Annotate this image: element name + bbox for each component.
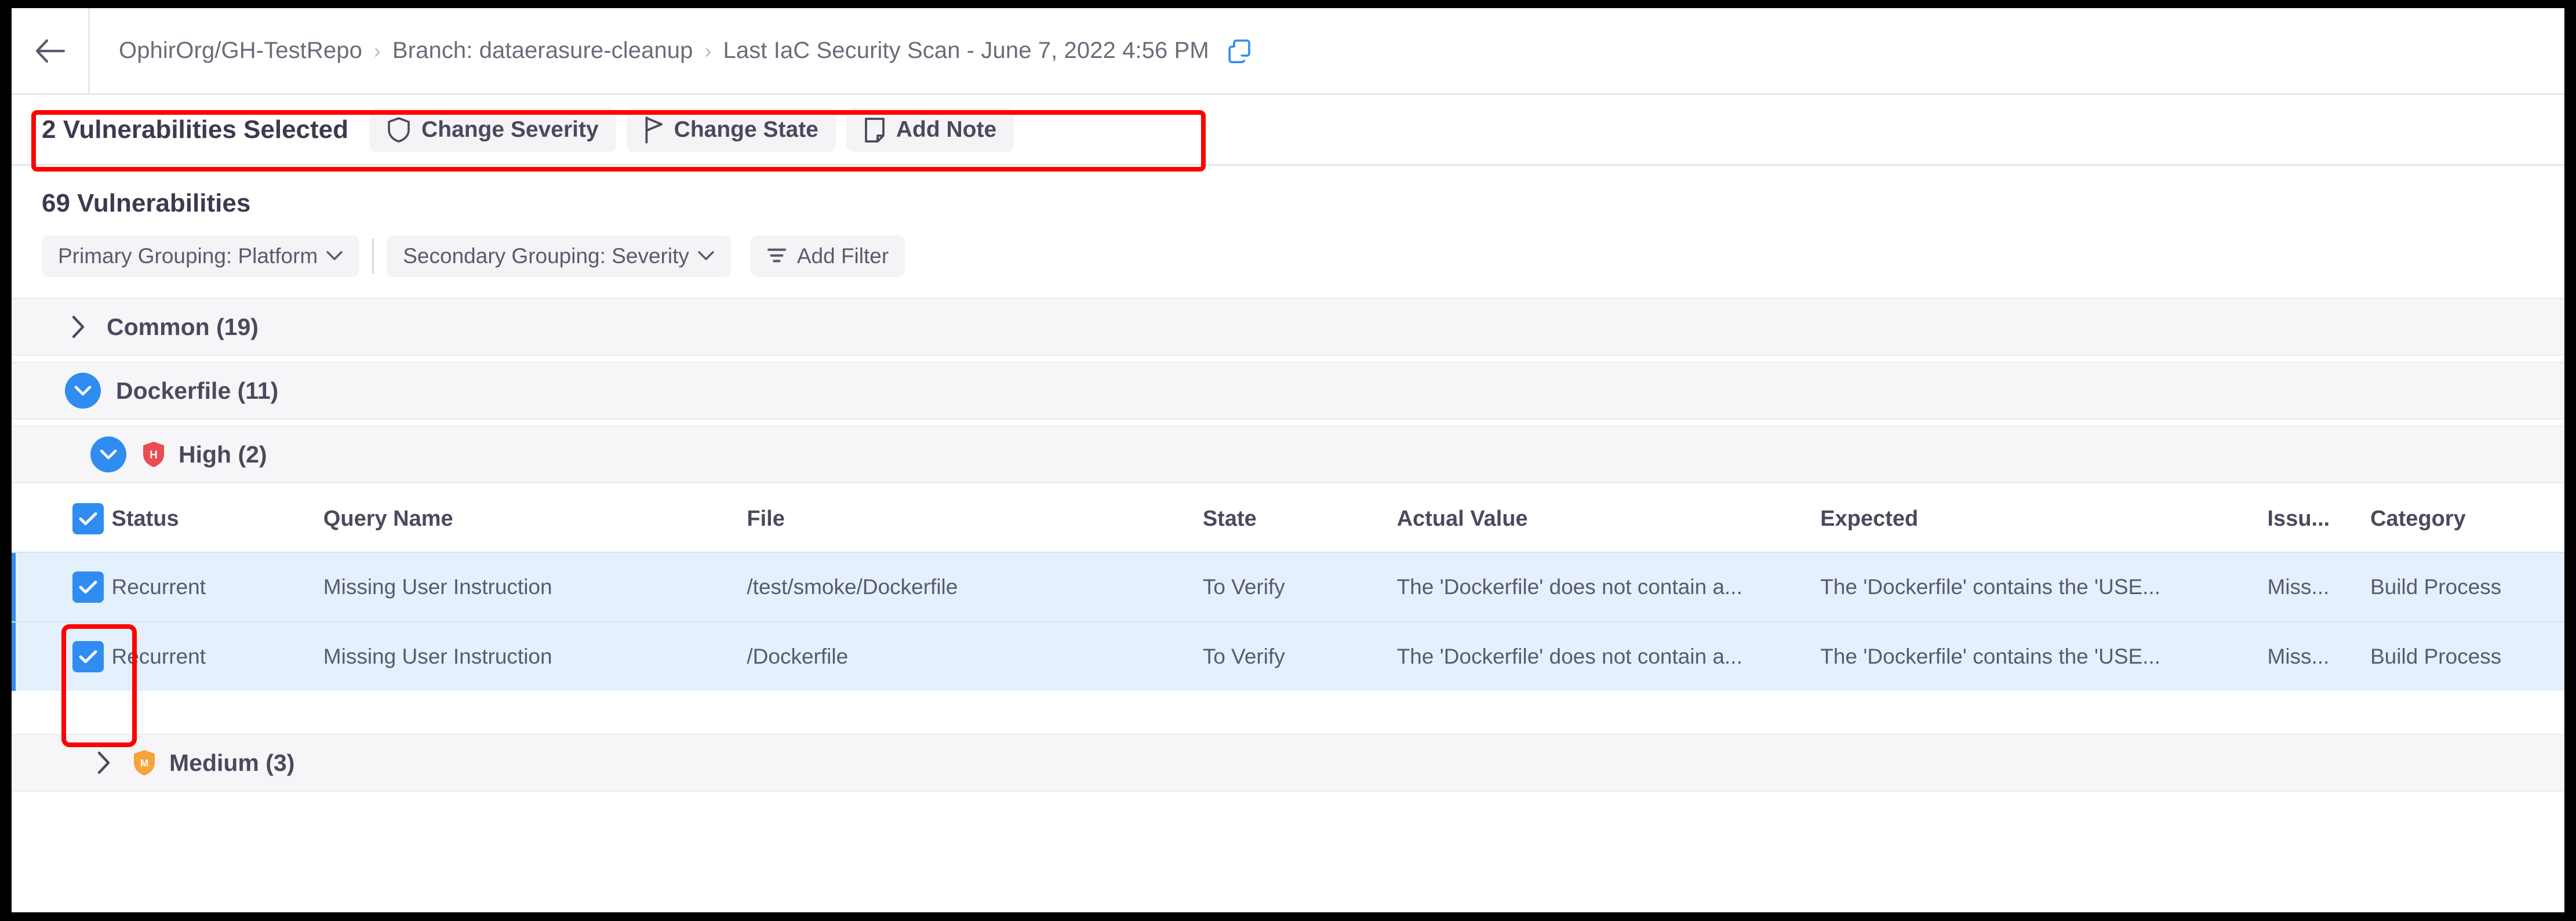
breadcrumb: OphirOrg/GH-TestRepo › Branch: dataerasu… xyxy=(90,38,1252,64)
row-select-cell xyxy=(12,552,112,622)
flag-icon xyxy=(644,116,664,144)
group-label-high: High (2) xyxy=(179,441,267,468)
table-row[interactable]: Recurrent Missing User Instruction /test… xyxy=(12,552,2564,622)
change-state-label: Change State xyxy=(674,117,818,142)
column-header-state[interactable]: State xyxy=(1202,483,1397,552)
table-header-row: Status Query Name File State Actual Valu… xyxy=(12,483,2564,552)
cell-status: Recurrent xyxy=(111,552,323,622)
cell-file: /test/smoke/Dockerfile xyxy=(747,552,1203,622)
breadcrumb-item-repo[interactable]: OphirOrg/GH-TestRepo xyxy=(119,38,362,64)
group-label-common: Common (19) xyxy=(107,313,259,340)
collapse-toggle-high[interactable] xyxy=(90,436,126,472)
table-bottom-spacer xyxy=(12,691,2564,734)
vulnerabilities-count-title: 69 Vulnerabilities xyxy=(42,189,251,217)
collapse-toggle-dockerfile[interactable] xyxy=(65,373,101,409)
svg-text:M: M xyxy=(140,757,148,769)
column-header-actual-value[interactable]: Actual Value xyxy=(1396,483,1821,552)
cell-status: Recurrent xyxy=(111,621,323,691)
cell-category: Build Process xyxy=(2370,552,2564,622)
cell-expected: The 'Dockerfile' contains the 'USE... xyxy=(1820,621,2268,691)
breadcrumb-separator: › xyxy=(704,38,712,63)
filter-divider xyxy=(372,239,374,274)
add-filter-label: Add Filter xyxy=(796,244,889,268)
column-header-category[interactable]: Category xyxy=(2370,483,2564,552)
selection-count-label: 2 Vulnerabilities Selected xyxy=(42,115,349,144)
group-row-high-severity[interactable]: H High (2) xyxy=(12,425,2564,483)
add-filter-button[interactable]: Add Filter xyxy=(750,235,905,277)
row-checkbox[interactable] xyxy=(72,571,104,603)
cell-expected: The 'Dockerfile' contains the 'USE... xyxy=(1820,552,2268,622)
chevron-right-icon xyxy=(65,314,92,340)
cell-issue: Miss... xyxy=(2267,621,2371,691)
column-header-expected[interactable]: Expected xyxy=(1820,483,2268,552)
severity-shield-medium-icon: M xyxy=(132,749,157,777)
cell-state: To Verify xyxy=(1202,552,1397,622)
group-spacer xyxy=(12,356,2564,362)
svg-text:H: H xyxy=(150,449,158,461)
cell-actual-value: The 'Dockerfile' does not contain a... xyxy=(1396,621,1821,691)
breadcrumb-separator: › xyxy=(373,38,381,63)
breadcrumb-item-branch[interactable]: Branch: dataerasure-cleanup xyxy=(392,38,693,64)
note-icon xyxy=(864,117,886,143)
list-header: 69 Vulnerabilities xyxy=(12,166,2564,218)
group-row-common[interactable]: Common (19) xyxy=(12,298,2564,356)
vulnerability-groups: Common (19) Dockerfile (11) H High (2) S… xyxy=(12,298,2564,792)
change-state-button[interactable]: Change State xyxy=(626,107,836,152)
chevron-down-icon xyxy=(326,250,343,263)
shield-icon xyxy=(387,117,411,143)
breadcrumb-bar: OphirOrg/GH-TestRepo › Branch: dataerasu… xyxy=(12,8,2564,95)
secondary-grouping-dropdown[interactable]: Secondary Grouping: Severity xyxy=(387,235,731,277)
table-header: Status Query Name File State Actual Valu… xyxy=(12,483,2564,552)
add-note-label: Add Note xyxy=(896,117,997,142)
group-row-dockerfile[interactable]: Dockerfile (11) xyxy=(12,362,2564,420)
group-label-dockerfile: Dockerfile (11) xyxy=(116,377,279,404)
group-row-medium-severity[interactable]: M Medium (3) xyxy=(12,734,2564,792)
secondary-grouping-label: Secondary Grouping: Severity xyxy=(403,244,689,268)
select-all-header xyxy=(12,483,112,552)
row-select-cell xyxy=(12,621,112,691)
severity-shield-high-icon: H xyxy=(141,441,166,468)
column-header-query-name[interactable]: Query Name xyxy=(323,483,747,552)
chevron-right-icon xyxy=(90,750,117,776)
copy-icon[interactable] xyxy=(1227,38,1252,64)
chevron-down-icon xyxy=(697,250,715,263)
add-note-button[interactable]: Add Note xyxy=(846,107,1014,152)
table-row[interactable]: Recurrent Missing User Instruction /Dock… xyxy=(12,621,2564,691)
arrow-left-icon xyxy=(35,38,65,64)
table-body: Recurrent Missing User Instruction /test… xyxy=(12,552,2564,691)
column-header-status[interactable]: Status xyxy=(111,483,323,552)
primary-grouping-label: Primary Grouping: Platform xyxy=(58,244,318,268)
change-severity-button[interactable]: Change Severity xyxy=(369,107,616,152)
filter-icon xyxy=(767,247,787,266)
row-checkbox[interactable] xyxy=(72,641,104,672)
cell-state: To Verify xyxy=(1202,621,1397,691)
vulnerabilities-table: Status Query Name File State Actual Valu… xyxy=(12,483,2564,691)
select-all-checkbox[interactable] xyxy=(72,503,104,534)
application-window: OphirOrg/GH-TestRepo › Branch: dataerasu… xyxy=(12,8,2564,912)
group-spacer xyxy=(12,420,2564,425)
filter-row: Primary Grouping: Platform Secondary Gro… xyxy=(12,218,2564,277)
primary-grouping-dropdown[interactable]: Primary Grouping: Platform xyxy=(42,235,360,277)
cell-issue: Miss... xyxy=(2267,552,2371,622)
column-header-issue[interactable]: Issu... xyxy=(2267,483,2371,552)
selection-action-bar: 2 Vulnerabilities Selected Change Severi… xyxy=(12,95,2564,166)
cell-query-name: Missing User Instruction xyxy=(323,621,747,691)
cell-file: /Dockerfile xyxy=(747,621,1203,691)
cell-actual-value: The 'Dockerfile' does not contain a... xyxy=(1396,552,1821,622)
back-button[interactable] xyxy=(12,8,88,94)
breadcrumb-item-scan: Last IaC Security Scan - June 7, 2022 4:… xyxy=(723,38,1209,63)
column-header-file[interactable]: File xyxy=(747,483,1203,552)
change-severity-label: Change Severity xyxy=(421,117,599,142)
cell-query-name: Missing User Instruction xyxy=(323,552,747,622)
group-label-medium: Medium (3) xyxy=(169,749,295,776)
cell-category: Build Process xyxy=(2370,621,2564,691)
